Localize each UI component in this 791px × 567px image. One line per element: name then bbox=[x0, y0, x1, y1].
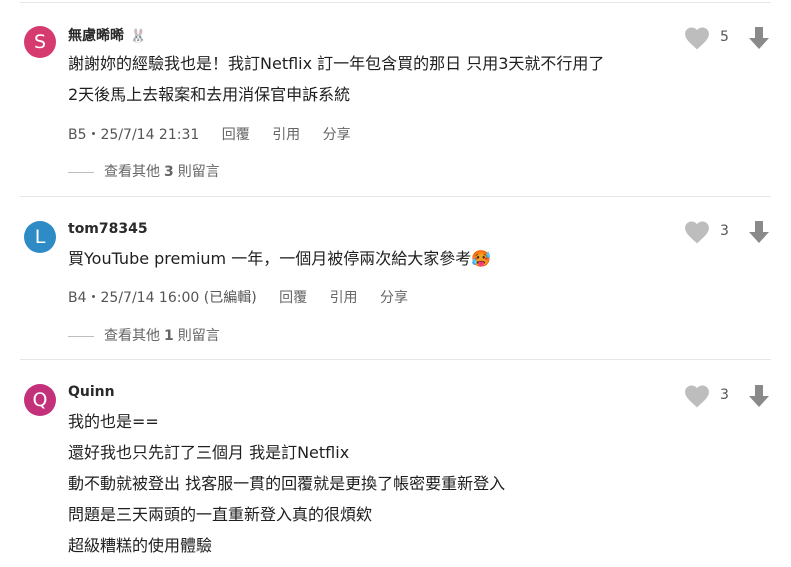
view-more-prefix: 查看其他 bbox=[104, 164, 160, 180]
like-controls: 3 bbox=[684, 384, 774, 408]
view-more-suffix: 則留言 bbox=[177, 164, 220, 180]
author-emoji: 🐰 bbox=[130, 29, 147, 44]
reply-button[interactable]: 回覆 bbox=[222, 127, 250, 143]
comment-body: 買YouTube premium 一年，一個月被停兩次給大家參考🥵 bbox=[68, 243, 681, 274]
like-count: 5 bbox=[720, 29, 729, 45]
comment-body: 謝謝妳的經驗我也是！我訂Netflix 訂一年包含買的那日 只用3天就不行用了 … bbox=[68, 48, 681, 110]
heart-icon[interactable] bbox=[684, 220, 710, 244]
like-count: 3 bbox=[720, 223, 729, 239]
like-controls: 3 bbox=[684, 220, 774, 244]
arrow-down-icon[interactable] bbox=[748, 384, 770, 408]
comment-line: 問題是三天兩頭的一直重新登入真的很煩欸 bbox=[68, 505, 373, 524]
author-name-text: 無慮晞晞 bbox=[68, 28, 124, 44]
view-more-replies[interactable]: 查看其他 3 則留言 bbox=[68, 161, 220, 181]
avatar[interactable]: L bbox=[24, 221, 56, 253]
like-controls: 5 bbox=[684, 26, 774, 50]
author-name[interactable]: 無慮晞晞 🐰 bbox=[68, 25, 146, 45]
divider bbox=[68, 171, 94, 173]
heart-icon[interactable] bbox=[684, 384, 710, 408]
share-button[interactable]: 分享 bbox=[380, 290, 408, 306]
arrow-down-icon[interactable] bbox=[748, 26, 770, 50]
like-count: 3 bbox=[720, 387, 729, 403]
view-more-suffix: 則留言 bbox=[177, 328, 220, 344]
share-button[interactable]: 分享 bbox=[323, 127, 351, 143]
comment-line: 超級糟糕的使用體驗 bbox=[68, 536, 213, 555]
comment-b4: L tom78345 買YouTube premium 一年，一個月被停兩次給大… bbox=[0, 197, 791, 359]
comment-quinn: Q Quinn 我的也是== 還好我也只先訂了三個月 我是訂Netflix 動不… bbox=[0, 360, 791, 567]
comment-line: 動不動就被登出 找客服一貫的回覆就是更換了帳密要重新登入 bbox=[68, 474, 506, 493]
comment-meta: B4・25/7/14 16:00 (已編輯) 回覆 引用 分享 bbox=[68, 287, 408, 307]
comment-line: 我的也是== bbox=[68, 412, 159, 431]
divider bbox=[68, 335, 94, 337]
view-more-replies[interactable]: 查看其他 1 則留言 bbox=[68, 325, 220, 345]
reply-button[interactable]: 回覆 bbox=[279, 290, 307, 306]
comment-line: 買YouTube premium 一年，一個月被停兩次給大家參考🥵 bbox=[68, 249, 492, 268]
author-name[interactable]: tom78345 bbox=[68, 221, 148, 237]
comment-line: 謝謝妳的經驗我也是！我訂Netflix 訂一年包含買的那日 只用3天就不行用了 bbox=[68, 54, 605, 73]
floor-and-time: B4・25/7/14 16:00 (已編輯) bbox=[68, 290, 257, 306]
heart-icon[interactable] bbox=[684, 26, 710, 50]
quote-button[interactable]: 引用 bbox=[272, 127, 300, 143]
quote-button[interactable]: 引用 bbox=[330, 290, 358, 306]
comment-line: 還好我也只先訂了三個月 我是訂Netflix bbox=[68, 443, 350, 462]
comment-thread: S 無慮晞晞 🐰 謝謝妳的經驗我也是！我訂Netflix 訂一年包含買的那日 只用… bbox=[0, 0, 791, 567]
view-more-count: 3 bbox=[164, 164, 174, 180]
view-more-prefix: 查看其他 bbox=[104, 328, 160, 344]
comment-b5: S 無慮晞晞 🐰 謝謝妳的經驗我也是！我訂Netflix 訂一年包含買的那日 只用… bbox=[0, 0, 791, 196]
comment-body: 我的也是== 還好我也只先訂了三個月 我是訂Netflix 動不動就被登出 找客… bbox=[68, 406, 681, 561]
author-name[interactable]: Quinn bbox=[68, 384, 115, 400]
avatar[interactable]: S bbox=[24, 26, 56, 58]
avatar[interactable]: Q bbox=[24, 384, 56, 416]
author-name-text: tom78345 bbox=[68, 221, 148, 237]
arrow-down-icon[interactable] bbox=[748, 220, 770, 244]
author-name-text: Quinn bbox=[68, 384, 115, 400]
floor-and-time: B5・25/7/14 21:31 bbox=[68, 127, 200, 143]
comment-meta: B5・25/7/14 21:31 回覆 引用 分享 bbox=[68, 124, 351, 144]
comment-line: 2天後馬上去報案和去用消保官申訴系統 bbox=[68, 85, 351, 104]
view-more-count: 1 bbox=[164, 328, 174, 344]
